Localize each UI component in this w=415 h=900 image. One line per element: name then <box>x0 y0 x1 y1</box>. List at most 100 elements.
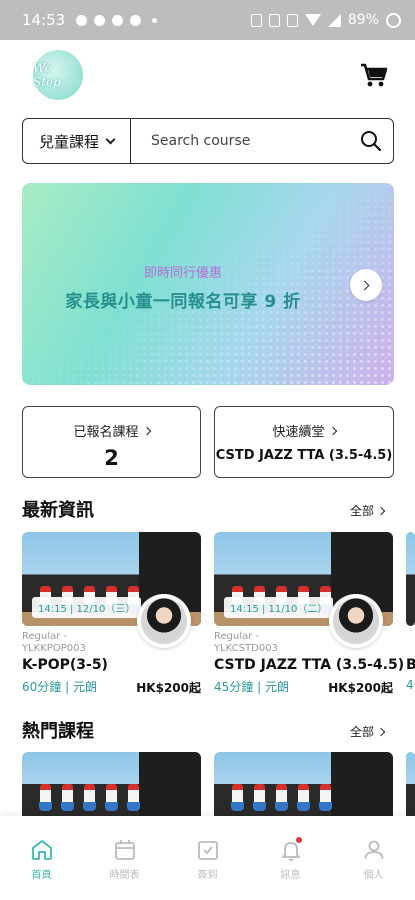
hot-section-title: 熱門課程 <box>22 721 94 742</box>
home-icon <box>30 838 54 862</box>
course-duration-location: 60分鐘 | 元朗 <box>22 680 97 694</box>
messenger-icon-2 <box>94 14 106 26</box>
banner-title: 家長與小童一同報名可享 9 折 <box>65 292 301 312</box>
news-section-title: 最新資訊 <box>22 500 94 521</box>
data-saver-icon <box>250 13 262 27</box>
quick-renew-course: CSTD JAZZ TTA (3.5-4.5) <box>215 448 393 463</box>
calendar-icon <box>113 838 137 862</box>
course-code: Regular - YLKCSTD003 <box>214 631 278 655</box>
nav-checkin-label: 簽到 <box>197 870 218 881</box>
signal-icon <box>327 13 341 27</box>
battery-icon <box>386 12 401 28</box>
dancer-figure <box>127 784 140 814</box>
search-bar: 兒童課程 <box>22 118 394 164</box>
course-date-badge: 14:15 | 11/10（二） <box>224 597 334 618</box>
messenger-icon <box>76 14 88 26</box>
wifi-icon <box>304 14 321 26</box>
hot-course-card-image-peek[interactable] <box>406 752 415 816</box>
course-name[interactable]: K-POP(3-5) <box>22 657 108 673</box>
dancer-figure <box>61 784 74 814</box>
news-view-all-label: 全部 <box>350 504 375 518</box>
banner-pattern <box>22 183 394 385</box>
teacher-avatar <box>137 594 191 648</box>
status-right: 89% <box>250 12 401 28</box>
chevron-right-icon <box>328 426 337 435</box>
course-code-line1: Regular - <box>214 631 260 642</box>
chevron-right-icon <box>359 280 370 290</box>
nav-home-label: 首頁 <box>31 870 52 881</box>
dancer-figure <box>253 784 266 814</box>
dancer-figure <box>105 784 118 814</box>
search-icon[interactable] <box>349 119 393 163</box>
app-logo[interactable]: Wé Step <box>33 50 83 100</box>
nav-profile[interactable]: 個人 <box>332 816 415 900</box>
banner-next-button[interactable] <box>350 269 382 301</box>
quick-renew-card[interactable]: 快速續堂 CSTD JAZZ TTA (3.5-4.5) <box>214 406 394 478</box>
hot-view-all-link[interactable]: 全部 <box>350 723 386 740</box>
battery-percent: 89% <box>347 12 379 28</box>
hot-course-card-image[interactable] <box>214 752 393 816</box>
nfc-icon <box>268 13 280 27</box>
vibrate-icon <box>286 13 298 27</box>
profile-icon <box>362 838 386 862</box>
category-dropdown[interactable]: 兒童課程 <box>23 119 131 163</box>
course-code-line2: YLKCSTD003 <box>214 643 278 654</box>
bell-icon <box>279 837 303 862</box>
teacher-avatar <box>329 594 383 648</box>
course-date-badge: 14:15 | 12/10（三） <box>32 597 142 618</box>
enrolled-courses-card[interactable]: 已報名課程 2 <box>22 406 201 478</box>
quick-renew-label: 快速續堂 <box>272 425 325 440</box>
checkin-icon <box>196 838 220 862</box>
message-icon <box>130 14 142 26</box>
dancer-figure <box>39 784 52 814</box>
dancer-figure <box>297 784 310 814</box>
nav-home[interactable]: 首頁 <box>0 816 83 900</box>
status-time: 14:53 <box>22 11 66 29</box>
dancer-figure <box>275 784 288 814</box>
bottom-navigation: 首頁 時間表 簽到 訊息 個人 <box>0 816 415 900</box>
chevron-right-icon <box>376 506 386 515</box>
chevron-right-icon <box>142 426 151 435</box>
chat-icon <box>112 14 124 26</box>
status-left: 14:53 <box>22 11 158 29</box>
nav-profile-label: 個人 <box>363 870 384 881</box>
more-notifications-icon <box>152 17 158 23</box>
logo-text: Wé Step <box>33 61 61 89</box>
chevron-down-icon <box>105 134 116 144</box>
search-input[interactable] <box>131 119 349 163</box>
status-bar: 14:53 89% <box>0 0 415 40</box>
chevron-right-icon <box>376 727 386 736</box>
course-code-line1: Regular - <box>22 631 68 642</box>
promo-banner[interactable]: 即時同行優惠 家長與小童一同報名可享 9 折 <box>22 183 394 385</box>
enrolled-courses-label: 已報名課程 <box>73 425 139 440</box>
nav-checkin[interactable]: 簽到 <box>166 816 249 900</box>
course-price: HK$200起 <box>328 681 393 695</box>
course-name[interactable]: CSTD JAZZ TTA (3.5-4.5) <box>214 657 404 673</box>
photo-backdrop <box>331 752 393 816</box>
course-duration-location: 45分鐘 | 元朗 <box>214 680 289 694</box>
photo-backdrop <box>139 752 201 816</box>
notification-dot <box>295 837 302 843</box>
course-code-line2: YLKKPOP003 <box>22 643 86 654</box>
enrolled-courses-count: 2 <box>104 446 119 470</box>
dancer-figure <box>231 784 244 814</box>
dancer-figure <box>319 784 332 814</box>
nav-schedule-label: 時間表 <box>109 870 140 881</box>
course-name-peek[interactable]: B <box>406 657 415 673</box>
course-price: HK$200起 <box>136 681 201 695</box>
banner-subtitle: 即時同行優惠 <box>143 266 222 281</box>
dancer-figure <box>83 784 96 814</box>
news-view-all-link[interactable]: 全部 <box>350 502 386 519</box>
nav-schedule[interactable]: 時間表 <box>83 816 166 900</box>
nav-messages-label: 訊息 <box>280 870 301 881</box>
category-label: 兒童課程 <box>38 132 99 151</box>
cart-icon[interactable] <box>360 62 388 88</box>
course-meta-peek: 4 <box>406 678 414 692</box>
enrolled-courses-header: 已報名課程 <box>23 421 200 440</box>
hot-course-card-image[interactable] <box>22 752 201 816</box>
course-code: Regular - YLKKPOP003 <box>22 631 86 655</box>
course-card-image-peek[interactable] <box>406 532 415 626</box>
hot-view-all-label: 全部 <box>350 725 375 739</box>
nav-messages[interactable]: 訊息 <box>249 816 332 900</box>
quick-renew-header: 快速續堂 <box>215 421 393 440</box>
